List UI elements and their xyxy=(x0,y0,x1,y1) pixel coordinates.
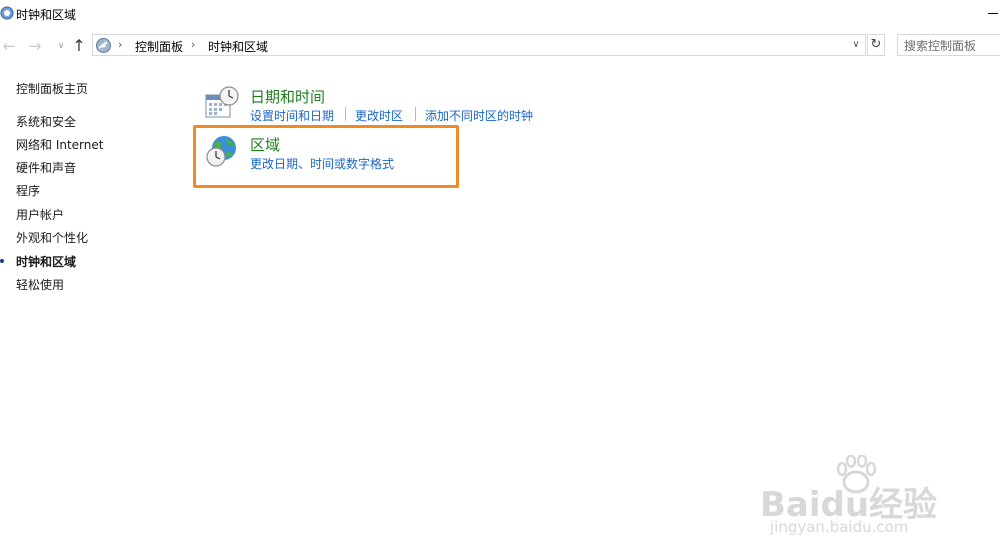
sidebar-item-network[interactable]: 网络和 Internet xyxy=(16,137,103,153)
active-indicator xyxy=(0,259,4,263)
breadcrumb-separator[interactable]: › xyxy=(118,38,122,51)
control-panel-icon xyxy=(96,38,111,53)
sidebar-item-ease-of-access[interactable]: 轻松使用 xyxy=(16,277,64,293)
control-panel-icon xyxy=(0,6,14,20)
add-clocks-link[interactable]: 添加不同时区的时钟 xyxy=(425,107,533,124)
refresh-icon: ↻ xyxy=(870,37,882,52)
change-timezone-link[interactable]: 更改时区 xyxy=(355,107,403,124)
sidebar-item-hardware-sound[interactable]: 硬件和声音 xyxy=(16,160,76,176)
set-time-date-link[interactable]: 设置时间和日期 xyxy=(250,107,334,124)
minimize-button[interactable] xyxy=(984,0,1000,26)
link-separator xyxy=(415,107,416,121)
search-input[interactable] xyxy=(904,37,999,55)
sidebar-item-user-accounts[interactable]: 用户帐户 xyxy=(16,207,64,223)
forward-arrow-icon[interactable]: → xyxy=(26,36,44,56)
window-title: 时钟和区域 xyxy=(16,8,77,22)
baidu-watermark: Baidu经验 jingyan.baidu.com xyxy=(760,455,960,545)
refresh-button[interactable]: ↻ xyxy=(867,34,885,56)
breadcrumb-control-panel[interactable]: 控制面板 xyxy=(135,38,183,55)
search-box[interactable] xyxy=(897,34,1000,56)
sidebar-item-system-security[interactable]: 系统和安全 xyxy=(16,114,76,130)
up-arrow-icon[interactable]: ↑ xyxy=(70,36,88,56)
back-arrow-icon[interactable]: ← xyxy=(0,36,18,56)
address-bar[interactable]: › 控制面板 › 时钟和区域 ∨ xyxy=(92,34,866,56)
sidebar-item-programs[interactable]: 程序 xyxy=(16,183,40,199)
recent-locations-chevron-icon[interactable]: ∨ xyxy=(52,36,70,56)
link-separator xyxy=(345,107,346,121)
sidebar-item-appearance[interactable]: 外观和个性化 xyxy=(16,230,88,246)
calendar-clock-icon[interactable] xyxy=(205,86,239,120)
breadcrumb-separator[interactable]: › xyxy=(191,38,195,51)
chevron-down-icon[interactable]: ∨ xyxy=(849,37,863,53)
highlight-box xyxy=(193,125,459,188)
sidebar-item-clock-region[interactable]: 时钟和区域 xyxy=(16,254,76,270)
sidebar-home-link[interactable]: 控制面板主页 xyxy=(16,80,88,97)
breadcrumb-clock-and-region[interactable]: 时钟和区域 xyxy=(208,38,268,55)
title-bar: 时钟和区域 xyxy=(0,0,1000,30)
date-time-title[interactable]: 日期和时间 xyxy=(250,86,325,107)
watermark-url: jingyan.baidu.com xyxy=(770,518,909,536)
